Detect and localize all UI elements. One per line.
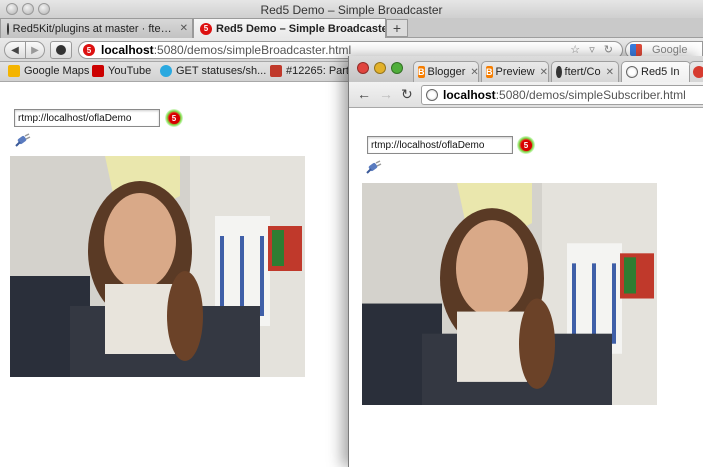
close-icon[interactable]: ✕ xyxy=(606,67,614,78)
bookmark-youtube[interactable]: YouTube xyxy=(92,65,151,77)
tab-label: Red5Kit/plugins at master · fte… xyxy=(12,22,172,35)
search-placeholder: Google xyxy=(652,44,688,56)
bookmark-label: GET statuses/sh... xyxy=(176,65,267,77)
github-icon[interactable] xyxy=(50,41,72,59)
bookmark-label: YouTube xyxy=(108,65,152,77)
navigation-toolbar: ← → ↻ localhost :5080/demos/simpleSubscr… xyxy=(349,82,703,108)
plug-icon[interactable] xyxy=(15,133,31,147)
window-title: Red5 Demo – Simple Broadcaster xyxy=(260,3,443,17)
zoom-window-button[interactable] xyxy=(391,62,403,74)
google-maps-icon xyxy=(8,65,20,77)
tab-label: Red5 In xyxy=(641,66,680,78)
red5-icon: 5 xyxy=(200,22,212,35)
url-path: :5080/demos/simpleBroadcaster.html xyxy=(153,43,352,57)
subscriber-video xyxy=(362,183,657,405)
tab-label: Blogger xyxy=(427,66,466,78)
blogger-icon: B xyxy=(418,66,425,78)
tab-label: ftert/Co xyxy=(564,66,601,78)
tab-more[interactable] xyxy=(689,61,703,82)
tab-red5-demo[interactable]: 5 Red5 Demo – Simple Broadcaster ✕ xyxy=(193,18,386,38)
new-tab-button[interactable]: + xyxy=(386,19,408,37)
twitter-icon xyxy=(160,65,172,77)
bookmark-google-maps[interactable]: Google Maps xyxy=(8,65,89,77)
red5-icon: 5 xyxy=(83,44,95,56)
address-bar[interactable]: localhost :5080/demos/simpleSubscriber.h… xyxy=(421,85,703,105)
trac-icon xyxy=(270,65,282,77)
github-icon xyxy=(556,66,562,78)
minimize-window-button[interactable] xyxy=(374,62,386,74)
tab-preview[interactable]: B Preview ✕ xyxy=(481,61,549,82)
youtube-icon xyxy=(92,65,104,77)
google-icon xyxy=(630,44,642,56)
url-host: localhost xyxy=(443,88,496,102)
globe-icon xyxy=(626,66,638,78)
github-icon xyxy=(7,22,9,35)
tab-strip: B Blogger ✕ B Preview ✕ ftert/Co ✕ Red5 … xyxy=(349,56,703,82)
forward-button[interactable]: ▶ xyxy=(25,41,45,59)
tab-github[interactable]: ftert/Co ✕ xyxy=(551,61,619,82)
forward-arrow-icon[interactable]: → xyxy=(379,86,393,102)
url-path: :5080/demos/simpleSubscriber.html xyxy=(495,88,686,102)
reload-icon[interactable]: ↻ xyxy=(401,86,413,103)
tab-red5[interactable]: Red5 In xyxy=(621,61,691,82)
tab-red5kit[interactable]: Red5Kit/plugins at master · fte… ✕ xyxy=(0,18,193,38)
url-host: localhost xyxy=(101,43,154,57)
bookmark-get-statuses[interactable]: GET statuses/sh... xyxy=(160,65,266,77)
bookmark-label: Google Maps xyxy=(24,65,90,77)
red5-connect-button[interactable]: 5 xyxy=(165,109,183,127)
close-icon[interactable]: ✕ xyxy=(470,67,478,78)
tomato-icon xyxy=(693,66,703,78)
subscriber-window: B Blogger ✕ B Preview ✕ ftert/Co ✕ Red5 … xyxy=(348,56,703,467)
stream-url-input[interactable] xyxy=(367,136,513,154)
tab-label: Preview xyxy=(495,66,535,78)
star-icon[interactable]: ☆ ▿ ↻ xyxy=(570,43,616,56)
red5-connect-button[interactable]: 5 xyxy=(517,136,535,154)
back-arrow-icon[interactable]: ← xyxy=(357,86,371,102)
close-window-button[interactable] xyxy=(357,62,369,74)
close-icon[interactable]: ✕ xyxy=(180,23,188,34)
stream-url-input[interactable] xyxy=(14,109,160,127)
globe-icon xyxy=(426,89,438,101)
close-icon[interactable]: ✕ xyxy=(540,67,548,78)
blogger-icon: B xyxy=(486,66,493,78)
broadcast-video xyxy=(10,156,305,377)
subscriber-page: 5 xyxy=(349,109,703,467)
title-bar: Red5 Demo – Simple Broadcaster xyxy=(0,0,703,18)
back-button[interactable]: ◀ xyxy=(4,41,26,59)
tab-strip: Red5Kit/plugins at master · fte… ✕ 5 Red… xyxy=(0,18,703,38)
tab-blogger[interactable]: B Blogger ✕ xyxy=(413,61,479,82)
tab-label: Red5 Demo – Simple Broadcaster xyxy=(216,22,386,35)
plug-icon[interactable] xyxy=(366,160,382,174)
